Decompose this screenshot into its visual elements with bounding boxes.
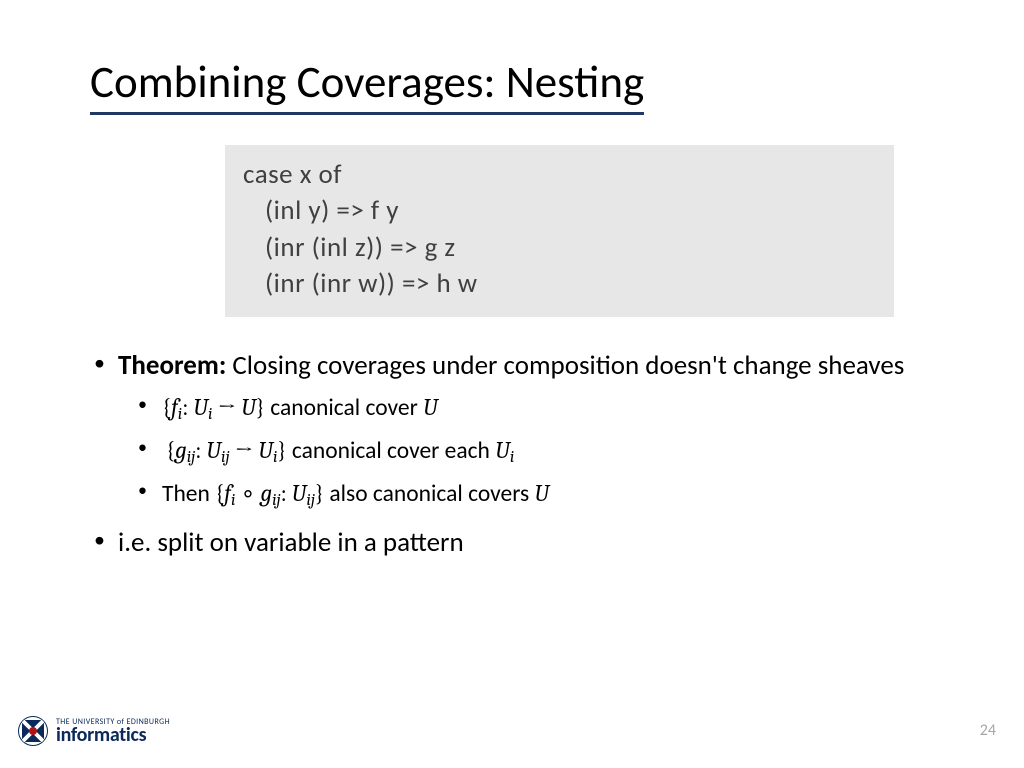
page-number: 24	[980, 721, 996, 740]
logo-text: THE UNIVERSITY of EDINBURGH informatics	[56, 718, 170, 745]
logo-big: informatics	[56, 726, 170, 745]
sub-bullet-2: {gij: Uij → Ui} canonical cover each Ui	[90, 436, 934, 469]
theorem-text: Closing coverages under composition does…	[226, 349, 904, 382]
code-block: case x of (inl y) => f y (inr (inl z)) =…	[225, 145, 894, 317]
crest-icon	[18, 716, 48, 746]
code-line-4: (inr (inr w)) => h w	[243, 266, 876, 302]
theorem-label: Theorem:	[118, 349, 226, 382]
slide-title: Combining Coverages: Nesting	[90, 55, 644, 115]
last-bullet: i.e. split on variable in a pattern	[90, 526, 934, 561]
university-logo: THE UNIVERSITY of EDINBURGH informatics	[18, 716, 170, 746]
sub-bullet-1: {fi: Ui → U} canonical cover U	[90, 393, 934, 426]
bullet-list: Theorem: Closing coverages under composi…	[90, 349, 934, 561]
theorem-bullet: Theorem: Closing coverages under composi…	[90, 349, 934, 384]
code-line-3: (inr (inl z)) => g z	[243, 230, 876, 266]
sub-bullet-3: Then {fi ∘ gij: Uij} also canonical cove…	[90, 479, 934, 512]
slide: Combining Coverages: Nesting case x of (…	[0, 0, 1024, 768]
code-line-2: (inl y) => f y	[243, 193, 876, 229]
code-line-1: case x of	[243, 158, 342, 191]
